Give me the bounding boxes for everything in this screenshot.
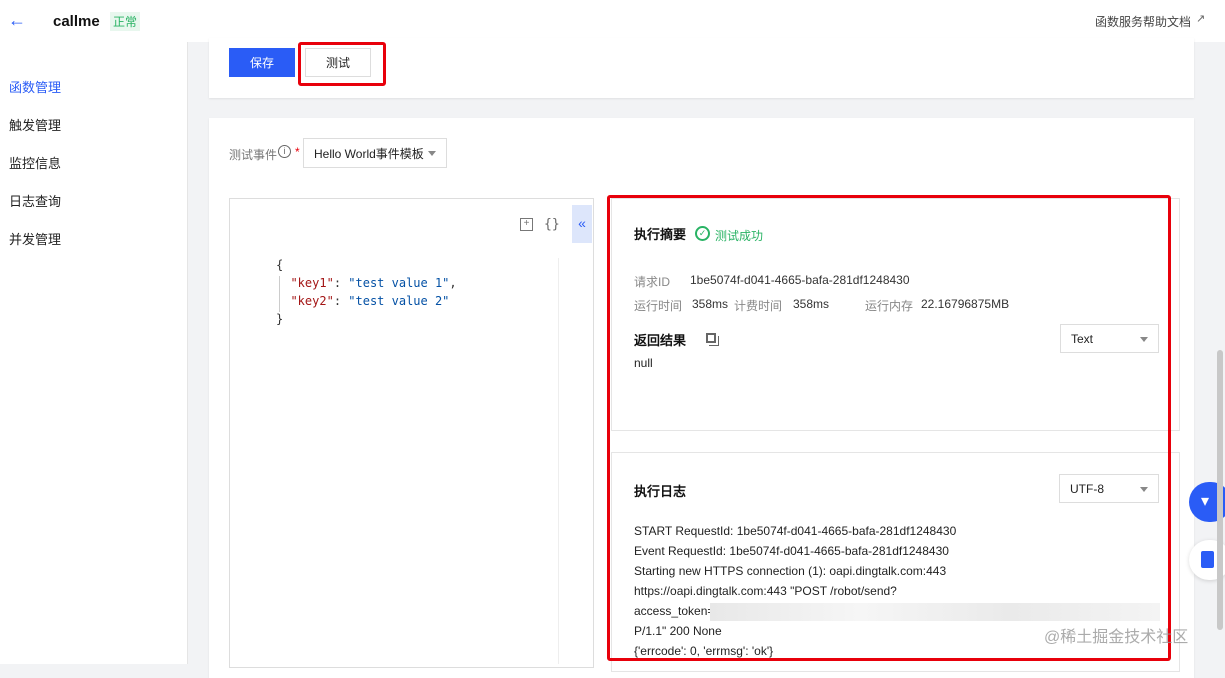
- code-line: "key2": "test value 2": [290, 294, 450, 308]
- sidebar-item-function[interactable]: 函数管理: [9, 77, 61, 96]
- code-line: }: [276, 312, 284, 326]
- status-badge: 正常: [110, 12, 141, 31]
- sidebar-item-trigger[interactable]: 触发管理: [9, 115, 61, 134]
- header: ← callme 正常 函数服务帮助文档 ↗: [0, 0, 1225, 42]
- sidebar-item-logs[interactable]: 日志查询: [9, 191, 61, 210]
- help-doc-link[interactable]: 函数服务帮助文档: [1095, 13, 1191, 30]
- chevron-down-icon: [428, 151, 436, 156]
- save-file-icon[interactable]: +: [520, 218, 533, 231]
- editor-gutter-line: [558, 258, 559, 664]
- highlight-box: [607, 195, 1171, 661]
- sidebar-item-concurrency[interactable]: 并发管理: [9, 229, 61, 248]
- info-icon: i: [278, 145, 291, 158]
- sidebar-item-monitor[interactable]: 监控信息: [9, 153, 61, 172]
- collapse-panel-button[interactable]: «: [572, 205, 592, 243]
- code-line: "key1": "test value 1",: [290, 276, 457, 290]
- code-editor[interactable]: [229, 198, 594, 668]
- watermark: @稀土掘金技术社区: [1044, 629, 1189, 646]
- sidebar: 函数管理 触发管理 监控信息 日志查询 并发管理: [0, 42, 188, 664]
- format-braces-icon[interactable]: {}: [544, 217, 560, 232]
- highlight-box: [298, 42, 386, 86]
- test-event-select[interactable]: Hello World事件模板: [303, 138, 447, 168]
- save-button[interactable]: 保存: [229, 48, 295, 77]
- document-icon: [1201, 551, 1214, 568]
- function-name: callme: [53, 13, 100, 30]
- code-line: {: [276, 258, 284, 272]
- scrollbar[interactable]: [1217, 350, 1223, 630]
- external-link-icon: ↗: [1196, 13, 1206, 25]
- required-mark: *: [295, 145, 300, 159]
- test-event-value: Hello World事件模板: [314, 146, 424, 161]
- test-event-label: 测试事件: [229, 148, 278, 162]
- back-arrow-icon[interactable]: ←: [8, 10, 26, 31]
